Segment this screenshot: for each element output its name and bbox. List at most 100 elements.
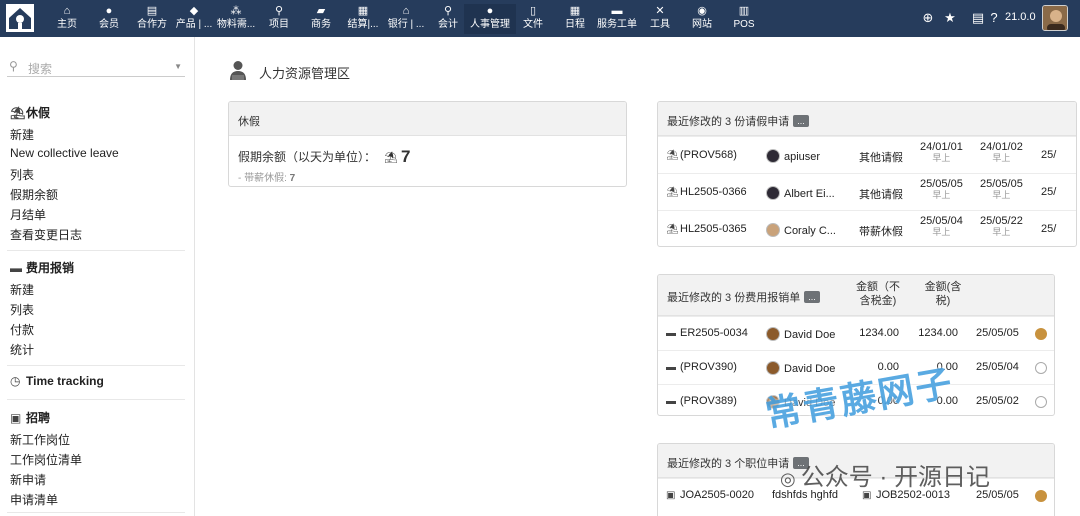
amount-incl-tax-header[interactable]: 金额(含 税) xyxy=(913,280,973,308)
search-icon: ⚲ xyxy=(9,59,18,73)
status-badge xyxy=(1035,362,1047,374)
sidebar-item[interactable]: 列表 xyxy=(10,301,34,318)
leave-requests-box: 最近修改的 3 份请假申请... ⛱(PROV568) apiuser 其他请假 24… xyxy=(657,101,1077,247)
sidebar-search[interactable]: ⚲ 搜索 ▼ xyxy=(7,57,185,77)
menu-item-16[interactable]: ▥ POS xyxy=(718,4,770,34)
leave-start-date: 24/01/01 早上 xyxy=(920,141,963,164)
wechat-icon: ◎ xyxy=(780,469,801,489)
chevron-down-icon[interactable]: ▼ xyxy=(174,62,182,71)
id-badge-icon: ▣ xyxy=(666,490,676,501)
box-header: 休假 xyxy=(229,102,626,136)
expense-date: 25/05/02 xyxy=(976,395,1019,407)
leave-balance-value: 7 xyxy=(400,147,411,166)
paid-leave-value: 7 xyxy=(289,173,296,184)
page-title: 人力资源管理区 xyxy=(259,66,351,81)
leave-end-date: 25/05/22 早上 xyxy=(980,215,1023,238)
half-day-text: 早上 xyxy=(992,227,1011,237)
leave-user-link[interactable]: Albert Ei... xyxy=(766,186,835,200)
leave-ref-link[interactable]: ⛱HL2505-0365 xyxy=(666,223,747,235)
leave-end-date: 24/01/02 早上 xyxy=(980,141,1023,164)
sidebar-item[interactable]: 付款 xyxy=(10,321,34,338)
leave-user-link[interactable]: apiuser xyxy=(766,149,820,163)
sidebar-item[interactable]: 查看变更日志 xyxy=(10,226,82,243)
print-icon[interactable]: ▤ xyxy=(970,10,986,26)
sidebar-section-2[interactable]: ◷ Time tracking xyxy=(10,374,104,388)
leave-ref-link[interactable]: ⛱(PROV568) xyxy=(666,149,737,161)
sidebar-item[interactable]: New collective leave xyxy=(10,146,119,160)
box-title: 最近修改的 3 份请假申请... xyxy=(667,113,809,129)
logo-icon xyxy=(6,4,34,32)
avatar xyxy=(766,186,780,200)
expense-user-link-text: David Doe xyxy=(784,363,836,375)
expense-ref-link[interactable]: ▬ (PROV389) xyxy=(666,395,737,407)
amount-excl-tax-header[interactable]: 金额（不 含税金) xyxy=(848,280,908,308)
sidebar-item[interactable]: 假期余额 xyxy=(10,186,58,203)
date-text: 24/01/02 xyxy=(980,141,1023,153)
expense-ref-link[interactable]: ▬ ER2505-0034 xyxy=(666,327,748,339)
sidebar-section-0[interactable]: ⛱休假 xyxy=(10,104,50,121)
sidebar-item[interactable]: 工作岗位清单 xyxy=(10,451,82,468)
date-text: 25/05/04 xyxy=(920,215,963,227)
sidebar-item[interactable]: 新工作岗位 xyxy=(10,431,70,448)
leave-user-link[interactable]: Coraly C... xyxy=(766,223,836,237)
wallet-icon: ▬ xyxy=(666,328,676,339)
left-sidebar: ⚲ 搜索 ▼ ⛱休假 新建 New collective leave 列表 假期余额 月结… xyxy=(0,37,195,516)
date-text: 24/01/01 xyxy=(920,141,963,153)
top-menu-bar: ⌂ 主页 ● 会员 ▤ 合作方 ◆ 产品 | ... ⁂ 物料需... ⚲ 项目 ▰ 商务 ▦ 结算|... ⌂… xyxy=(0,0,1080,37)
half-day-text: 早上 xyxy=(932,153,951,163)
wallet-icon: ▬ xyxy=(666,396,676,407)
more-button[interactable]: ... xyxy=(804,291,820,303)
sidebar-item[interactable]: 新建 xyxy=(10,281,34,298)
leave-user-link-text: Albert Ei... xyxy=(784,188,835,200)
top-right-toolbar: ⊕ ★ ▤ ? 21.0.0 xyxy=(920,0,1080,37)
box-header: 最近修改的 3 份费用报销单... 金额（不 含税金) 金额(含 税) xyxy=(658,275,1054,316)
expense-ref-link-text: (PROV389) xyxy=(680,395,737,407)
leave-ref-link-text: (PROV568) xyxy=(680,149,737,161)
more-button[interactable]: ... xyxy=(793,115,809,127)
sidebar-item[interactable]: 申请清单 xyxy=(10,491,58,508)
expense-user-link[interactable]: David Doe xyxy=(766,361,835,375)
search-input[interactable]: 搜索 xyxy=(28,60,52,77)
sidebar-section-1[interactable]: ▬ 费用报销 xyxy=(10,259,74,276)
amount-excl-tax-text: 1234.00 xyxy=(859,327,899,339)
leave-extra-date: 25/ xyxy=(1041,223,1056,235)
wallet-icon: ▬ xyxy=(10,261,22,275)
wallet-icon: ▬ xyxy=(666,362,676,373)
leave-ref-link[interactable]: ⛱HL2505-0366 xyxy=(666,186,747,198)
sidebar-item[interactable]: 列表 xyxy=(10,166,34,183)
leave-user-link-text: Coraly C... xyxy=(784,225,836,237)
expense-ref-link[interactable]: ▬ (PROV390) xyxy=(666,361,737,373)
expense-date-text: 25/05/04 xyxy=(976,361,1019,373)
help-icon[interactable]: ? xyxy=(986,10,1002,26)
leave-type-text: 带薪休假 xyxy=(859,226,903,238)
sidebar-item[interactable]: 统计 xyxy=(10,341,34,358)
table-row: ⛱(PROV568) apiuser 其他请假 24/01/01 早上 24/01/02 早… xyxy=(658,136,1076,173)
leave-type-text: 其他请假 xyxy=(859,189,903,201)
watermark-account-text: ◎ 公众号 · 开源日记 xyxy=(780,464,991,491)
sidebar-section-title: 费用报销 xyxy=(26,261,75,275)
sidebar-item[interactable]: 新申请 xyxy=(10,471,46,488)
sidebar-section-3[interactable]: ▣ 招聘 xyxy=(10,409,50,426)
leave-extra-date-text: 25/ xyxy=(1041,223,1057,235)
application-ref-link[interactable]: ▣ JOA2505-0020 xyxy=(666,489,754,501)
paid-leave-label: - 带薪休假: xyxy=(238,173,287,184)
leave-extra-date: 25/ xyxy=(1041,186,1056,198)
leave-start-date: 25/05/05 早上 xyxy=(920,178,963,201)
sidebar-item[interactable]: 新建 xyxy=(10,126,34,143)
plus-circle-icon[interactable]: ⊕ xyxy=(920,10,936,26)
expense-ref-link-text: ER2505-0034 xyxy=(680,327,748,339)
leave-balance-box: 休假 假期余额（以天为单位）： ⛱ 7 - 带薪休假: 7 xyxy=(228,101,627,187)
clock-icon: ◷ xyxy=(10,374,21,388)
leave-type: 带薪休假 xyxy=(859,223,903,239)
expense-user-link[interactable]: David Doe xyxy=(766,327,835,341)
avatar xyxy=(766,149,780,163)
sidebar-item[interactable]: 月结单 xyxy=(10,206,46,223)
app-logo[interactable] xyxy=(6,4,34,32)
star-icon[interactable]: ★ xyxy=(942,10,958,26)
box-title: 最近修改的 3 份费用报销单... xyxy=(667,289,820,305)
user-avatar[interactable] xyxy=(1042,5,1068,31)
leave-type: 其他请假 xyxy=(859,149,903,165)
sidebar-section-title: 招聘 xyxy=(26,411,51,425)
cash-register-icon: ▥ xyxy=(738,5,750,17)
leave-balance-label: 假期余额（以天为单位）： xyxy=(238,150,377,164)
